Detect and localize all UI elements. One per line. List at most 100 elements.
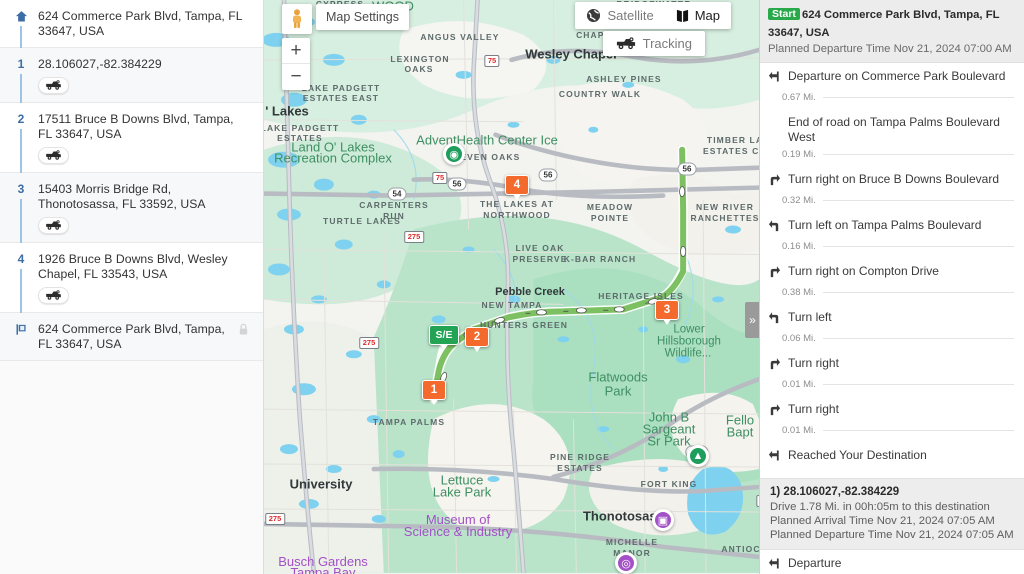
truck-icon xyxy=(46,80,61,90)
direction-step-text: End of road on Tampa Palms Boulevard Wes… xyxy=(788,115,1000,144)
direction-step-icon xyxy=(768,69,782,88)
route-shield: 56 xyxy=(447,177,467,191)
map-settings-button[interactable]: Map Settings xyxy=(316,4,409,30)
departure-icon xyxy=(768,71,779,82)
direction-step-icon xyxy=(768,264,782,283)
direction-step-icon xyxy=(768,310,782,329)
stop-row[interactable]: 624 Commerce Park Blvd, Tampa, FL 33647,… xyxy=(0,0,263,48)
chevron-double-right-icon: » xyxy=(749,313,756,327)
route-shield: 56 xyxy=(538,168,558,182)
direction-step-head: End of road on Tampa Palms Boulevard Wes… xyxy=(760,109,1024,145)
direction-step[interactable]: Reached Your Destination xyxy=(760,442,1024,475)
map-view[interactable]: CYPRESSWOODAreaBRIDGEWATERANGUS VALLEYCH… xyxy=(264,0,760,574)
tracking-label: Tracking xyxy=(642,36,692,51)
turn-right-icon xyxy=(770,358,781,370)
stop-gutter xyxy=(8,9,34,48)
direction-step-distance: 0.01 Mi. xyxy=(782,379,816,390)
map-marker-start-end[interactable]: S/E xyxy=(429,325,459,350)
stop-connector-line xyxy=(20,129,22,173)
home-icon xyxy=(15,11,27,22)
stop-lock-button[interactable] xyxy=(232,322,249,341)
direction-step[interactable]: Departure on Commerce Park Boulevard 0.67… xyxy=(760,63,1024,109)
stop-vehicle-button[interactable] xyxy=(38,77,69,94)
direction-step[interactable]: Turn right 0.01 Mi. xyxy=(760,396,1024,442)
route-shield: 56 xyxy=(677,162,697,176)
stop-row[interactable]: 4 1926 Bruce B Downs Blvd, Wesley Chapel,… xyxy=(0,243,263,313)
direction-step-rule xyxy=(822,384,1014,385)
poi-adventhealth-center-ice[interactable]: ◉ xyxy=(443,143,465,165)
stop-row[interactable]: 624 Commerce Park Blvd, Tampa, FL 33647,… xyxy=(0,313,263,361)
stop-body: 624 Commerce Park Blvd, Tampa, FL 33647,… xyxy=(34,322,232,352)
direction-step-text: Turn right on Compton Drive xyxy=(788,264,939,278)
truck-icon xyxy=(46,150,61,160)
basemap-map-label: Map xyxy=(694,8,720,23)
direction-step-text: Turn right xyxy=(788,402,839,416)
flag-icon xyxy=(15,324,26,335)
direction-step-icon xyxy=(768,218,782,237)
stop-body: 624 Commerce Park Blvd, Tampa, FL 33647,… xyxy=(34,9,249,39)
stop-address: 15403 Morris Bridge Rd, Thonotosassa, FL… xyxy=(38,182,206,211)
stop-vehicle-button[interactable] xyxy=(38,147,69,164)
direction-step[interactable]: Turn right 0.01 Mi. xyxy=(760,350,1024,396)
direction-step[interactable]: Turn left on Tampa Palms Boulevard 0.16 M… xyxy=(760,212,1024,258)
turn-right-icon xyxy=(770,174,781,186)
direction-step-text: Departure on Commerce Park Boulevard xyxy=(788,69,1006,83)
stop-gutter: 1 xyxy=(8,57,34,103)
truck-icon xyxy=(46,220,61,230)
direction-step[interactable]: End of road on Tampa Palms Boulevard Wes… xyxy=(760,109,1024,166)
direction-step[interactable]: Turn right on Compton Drive 0.38 Mi. xyxy=(760,258,1024,304)
map-marker-stop[interactable]: 4 xyxy=(505,175,529,200)
stop-vehicle-button[interactable] xyxy=(38,217,69,234)
stop-index: 1 xyxy=(17,57,25,71)
direction-step[interactable]: Turn left 0.06 Mi. xyxy=(760,304,1024,350)
turn-left-icon xyxy=(768,312,779,324)
stop-body: 1926 Bruce B Downs Blvd, Wesley Chapel, … xyxy=(34,252,249,304)
stop-connector-line xyxy=(20,269,22,313)
stop-vehicle-button[interactable] xyxy=(38,287,69,304)
zoom-in-button[interactable]: + xyxy=(282,38,310,64)
route-shield: 275 xyxy=(265,513,285,525)
direction-step-text: Turn left on Tampa Palms Boulevard xyxy=(788,218,982,232)
stop-row[interactable]: 3 15403 Morris Bridge Rd, Thonotosassa, F… xyxy=(0,173,263,243)
direction-step-head: Departure xyxy=(760,550,1024,574)
route-shield: 275 xyxy=(359,337,379,349)
direction-step[interactable]: Departure0.01 Mi. xyxy=(760,550,1024,574)
direction-step-text: Departure xyxy=(788,556,842,570)
map-marker-stop[interactable]: 3 xyxy=(655,300,679,325)
poi-john-b-sargeant-park[interactable]: ▲ xyxy=(687,445,709,467)
direction-step-distance-row: 0.01 Mi. xyxy=(760,375,1024,396)
poi-museum-of-science-industry[interactable]: ▣ xyxy=(652,509,674,531)
direction-step-distance-row: 0.06 Mi. xyxy=(760,329,1024,350)
poi-busch-gardens[interactable]: ◎ xyxy=(615,552,637,574)
basemap-satellite-option[interactable]: Satellite xyxy=(575,2,664,29)
zoom-controls: + − xyxy=(282,38,310,90)
direction-step[interactable]: Turn right on Bruce B Downs Boulevard 0.3… xyxy=(760,166,1024,212)
stop-body: 15403 Morris Bridge Rd, Thonotosassa, FL… xyxy=(34,182,249,234)
map-marker-stop[interactable]: 2 xyxy=(465,327,489,352)
basemap-map-option[interactable]: Map xyxy=(665,2,731,29)
stops-sidebar: 624 Commerce Park Blvd, Tampa, FL 33647,… xyxy=(0,0,264,574)
stop-address: 17511 Bruce B Downs Blvd, Tampa, FL 3364… xyxy=(38,112,234,141)
route-shield: 54 xyxy=(387,187,407,201)
street-view-pegman-button[interactable] xyxy=(282,4,312,34)
stop-index: 4 xyxy=(17,252,25,266)
stop-address: 28.106027,-82.384229 xyxy=(38,57,162,71)
stop-address: 624 Commerce Park Blvd, Tampa, FL 33647,… xyxy=(38,322,225,351)
destination-summary-block[interactable]: 1) 28.106027,-82.384229 Drive 1.78 Mi. in… xyxy=(760,478,1024,550)
direction-step-rule xyxy=(822,154,1014,155)
stop-row[interactable]: 2 17511 Bruce B Downs Blvd, Tampa, FL 336… xyxy=(0,103,263,173)
destination-drive-info: Drive 1.78 Mi. in 00h:05m to this destin… xyxy=(770,501,990,513)
stop-row[interactable]: 1 28.106027,-82.384229 xyxy=(0,48,263,103)
collapse-directions-panel-toggle[interactable]: » xyxy=(745,302,759,338)
stop-gutter: 2 xyxy=(8,112,34,173)
direction-step-head: Turn left on Tampa Palms Boulevard xyxy=(760,212,1024,237)
zoom-out-button[interactable]: − xyxy=(282,64,310,90)
tracking-button[interactable]: Tracking xyxy=(602,31,705,56)
direction-step-icon xyxy=(768,556,782,574)
directions-panel[interactable]: Start 624 Commerce Park Blvd, Tampa, FL 3… xyxy=(760,0,1024,574)
direction-step-head: Departure on Commerce Park Boulevard xyxy=(760,63,1024,88)
stop-index: 2 xyxy=(17,112,25,126)
direction-step-rule xyxy=(822,338,1014,339)
map-marker-stop[interactable]: 1 xyxy=(422,380,446,405)
direction-step-distance: 0.67 Mi. xyxy=(782,92,816,103)
